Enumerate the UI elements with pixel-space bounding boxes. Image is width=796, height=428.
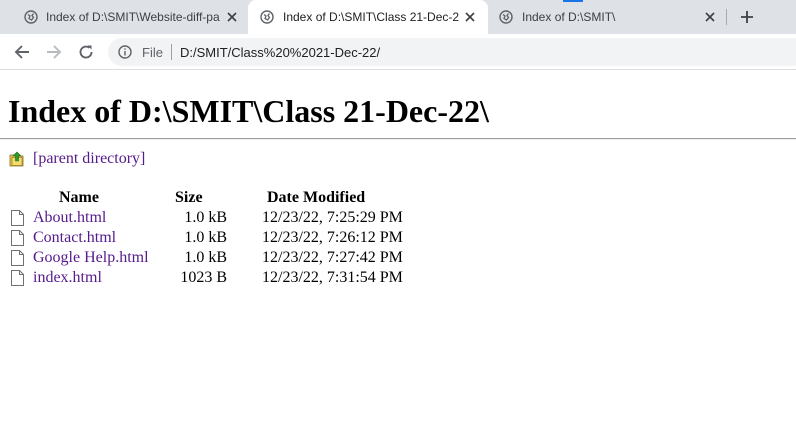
- tab-separator: [726, 9, 727, 25]
- tab-indicator: [563, 0, 583, 2]
- file-date-modified: 12/23/22, 7:25:29 PM: [262, 209, 403, 226]
- page-title: Index of D:\SMIT\Class 21-Dec-22\: [8, 93, 489, 129]
- tab-title: Index of D:\SMIT\Website-diff-pa: [46, 10, 220, 24]
- file-link[interactable]: index.html: [33, 269, 102, 287]
- tab-title: Index of D:\SMIT\: [522, 10, 616, 24]
- file-row: index.html 1023 B 12/23/22, 7:31:54 PM: [0, 269, 796, 289]
- globe-icon: [499, 10, 513, 24]
- reload-icon: [79, 45, 93, 59]
- file-row: Google Help.html 1.0 kB 12/23/22, 7:27:4…: [0, 249, 796, 269]
- file-icon: [11, 210, 24, 226]
- column-header-date[interactable]: Date Modified: [267, 189, 365, 207]
- file-row: About.html 1.0 kB 12/23/22, 7:25:29 PM: [0, 209, 796, 229]
- arrow-left-icon: [14, 45, 29, 59]
- file-row: Contact.html 1.0 kB 12/23/22, 7:26:12 PM: [0, 229, 796, 249]
- file-icon: [11, 230, 24, 246]
- file-link[interactable]: About.html: [33, 209, 106, 227]
- forward-button[interactable]: [43, 41, 65, 63]
- address-bar[interactable]: File D:/SMIT/Class%20%2021-Dec-22/: [108, 38, 796, 66]
- url-text[interactable]: D:/SMIT/Class%20%2021-Dec-22/: [180, 45, 380, 60]
- tab-title: Index of D:\SMIT\Class 21-Dec-2: [283, 10, 460, 24]
- new-tab-button[interactable]: [738, 8, 756, 26]
- globe-icon: [260, 10, 274, 24]
- close-icon[interactable]: [702, 9, 718, 25]
- file-date-modified: 12/23/22, 7:31:54 PM: [262, 269, 403, 286]
- file-size: 1023 B: [180, 269, 227, 286]
- file-icon: [11, 250, 24, 266]
- close-icon[interactable]: [462, 9, 478, 25]
- column-header-name[interactable]: Name: [59, 189, 99, 207]
- file-link[interactable]: Contact.html: [33, 229, 116, 247]
- omnibox-divider: [171, 44, 172, 60]
- file-size: 1.0 kB: [184, 229, 227, 246]
- back-button[interactable]: [11, 41, 33, 63]
- file-date-modified: 12/23/22, 7:27:42 PM: [262, 249, 403, 266]
- folder-up-icon: [9, 151, 24, 167]
- tab-class-21-dec[interactable]: Index of D:\SMIT\Class 21-Dec-2: [248, 0, 488, 34]
- page-content: Index of D:\SMIT\Class 21-Dec-22\ [paren…: [0, 71, 796, 428]
- file-link[interactable]: Google Help.html: [33, 249, 149, 267]
- parent-directory-row: [parent directory]: [9, 150, 145, 168]
- column-header-size[interactable]: Size: [175, 189, 203, 207]
- file-date-modified: 12/23/22, 7:26:12 PM: [262, 229, 403, 246]
- arrow-right-icon: [47, 45, 62, 59]
- close-icon[interactable]: [224, 9, 240, 25]
- tab-website-diff[interactable]: Index of D:\SMIT\Website-diff-pa: [8, 0, 248, 34]
- file-size: 1.0 kB: [184, 209, 227, 226]
- info-icon[interactable]: [118, 45, 132, 59]
- horizontal-rule: [0, 138, 796, 140]
- tab-smit[interactable]: Index of D:\SMIT\: [488, 0, 728, 34]
- file-icon: [11, 270, 24, 286]
- scheme-label: File: [142, 45, 163, 60]
- reload-button[interactable]: [75, 41, 97, 63]
- tab-strip: Index of D:\SMIT\Website-diff-pa Index o…: [0, 0, 796, 34]
- toolbar: File D:/SMIT/Class%20%2021-Dec-22/: [0, 34, 796, 70]
- file-size: 1.0 kB: [184, 249, 227, 266]
- plus-icon: [741, 11, 753, 23]
- parent-directory-link[interactable]: [parent directory]: [33, 150, 145, 168]
- globe-icon: [24, 10, 38, 24]
